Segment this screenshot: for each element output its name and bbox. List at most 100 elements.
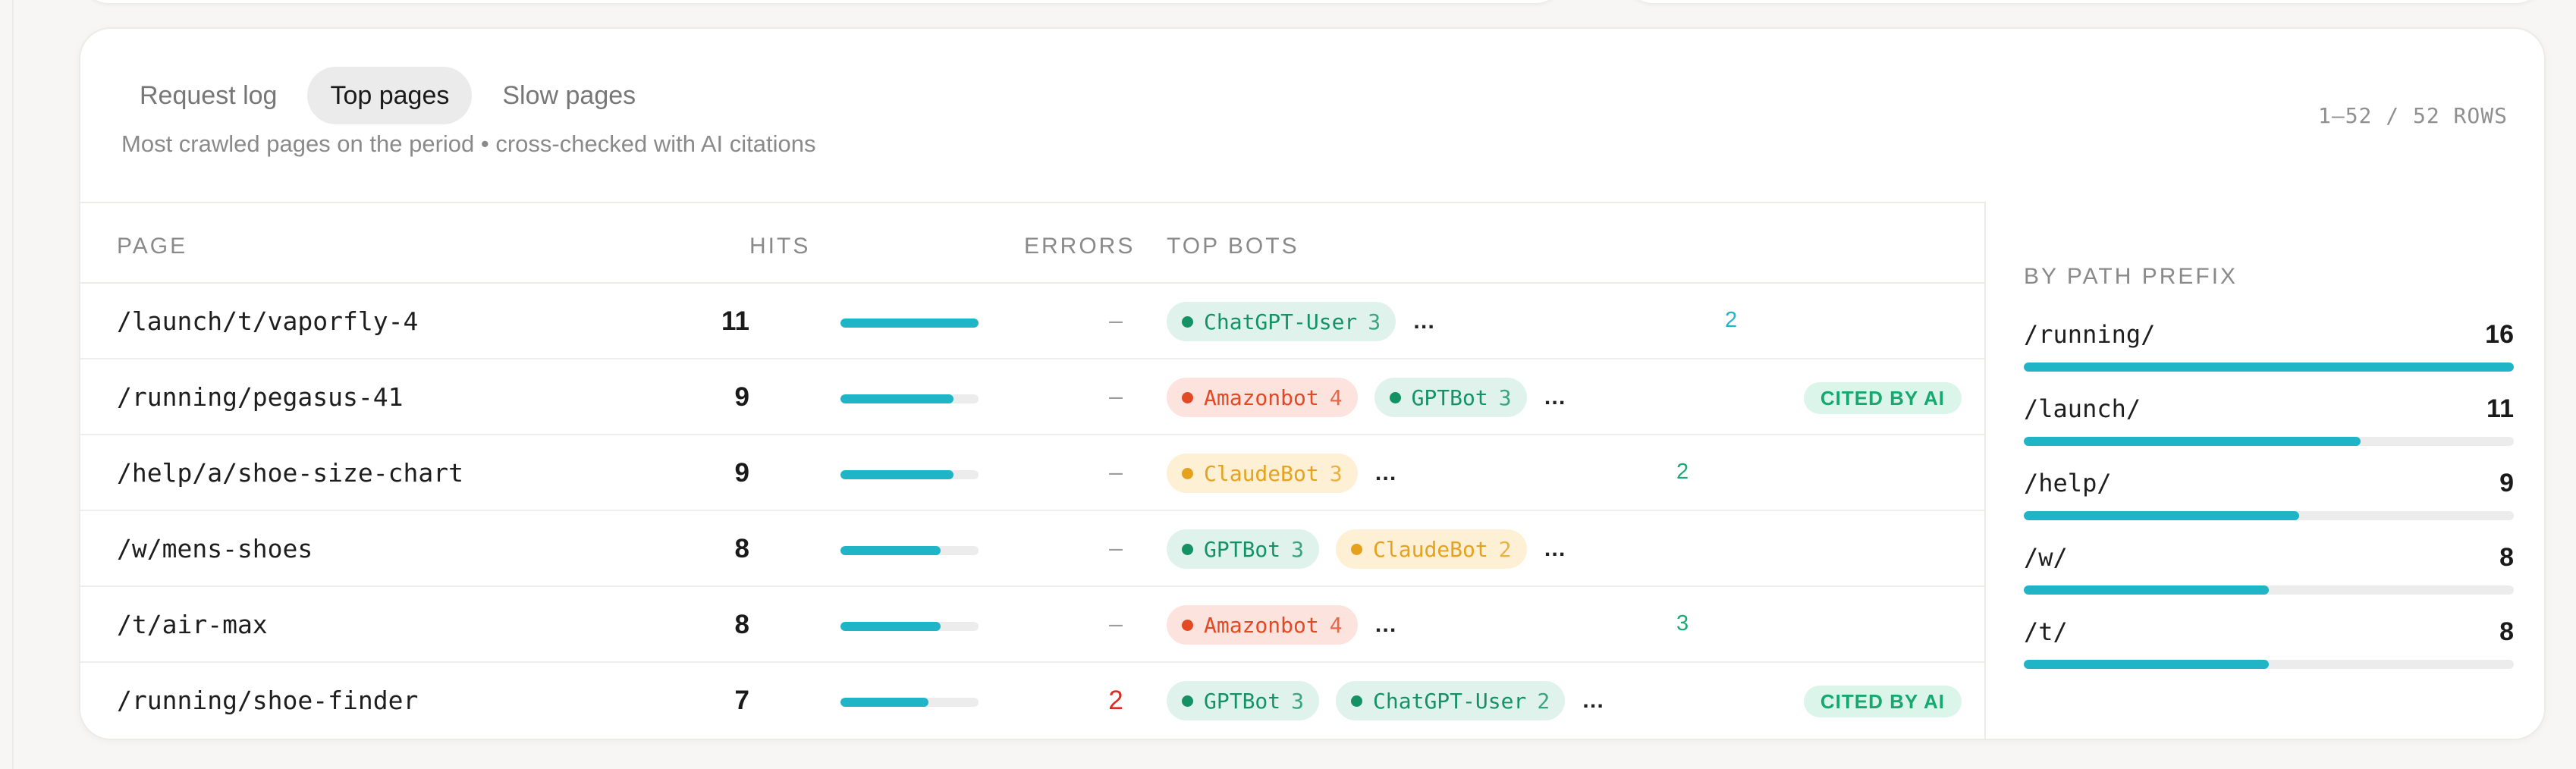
hits-bar [840, 546, 979, 555]
path-prefix-bar-fill [2024, 437, 2361, 446]
path-prefix-bar [2024, 363, 2514, 372]
path-prefix-name: /w/ [2024, 543, 2068, 572]
top-bots-list: Amazonbot 4 GPTBot 3 … [1167, 378, 1567, 417]
hits-bar-fill [840, 319, 979, 328]
more-bots-ellipsis[interactable]: … [1374, 612, 1398, 638]
path-prefix-item[interactable]: /launch/11 [2024, 394, 2514, 447]
page-path[interactable]: /launch/t/vaporfly-4 [117, 306, 418, 336]
bot-chip[interactable]: Amazonbot 4 [1167, 605, 1358, 645]
column-header-errors[interactable]: ERRORS [1024, 234, 1135, 259]
hits-count: 8 [734, 534, 749, 563]
bot-count: 4 [1329, 384, 1343, 410]
bot-count: 3 [1291, 536, 1305, 562]
page-path[interactable]: /running/shoe-finder [117, 686, 418, 715]
hits-bar [840, 394, 979, 403]
bot-chip[interactable]: GPTBot 3 [1167, 529, 1320, 569]
previous-card-left [79, 0, 1566, 3]
bot-status-dot-icon [1182, 315, 1193, 328]
path-prefix-count: 16 [2485, 320, 2514, 349]
bot-chip[interactable]: ClaudeBot 3 [1167, 454, 1358, 493]
page-path[interactable]: /t/air-max [117, 610, 268, 639]
bot-count: 2 [1537, 688, 1550, 714]
top-bots-list: GPTBot 3 ClaudeBot 2 … [1167, 529, 1567, 569]
bot-status-dot-icon [1182, 467, 1193, 479]
tab-slow-pages[interactable]: Slow pages [479, 67, 658, 124]
bot-count: 4 [1329, 612, 1343, 638]
errors-count: – [1109, 534, 1123, 561]
errors-count: – [1109, 306, 1123, 334]
column-header-page[interactable]: PAGE [117, 234, 187, 259]
card-subtitle: Most crawled pages on the period • cross… [121, 130, 816, 157]
more-bots-ellipsis[interactable]: … [1412, 309, 1436, 334]
table-row[interactable]: /launch/t/vaporfly-4 11 – ChatGPT-User 3 … 2 [80, 284, 1984, 359]
bot-status-dot-icon [1182, 695, 1193, 707]
table-row[interactable]: /t/air-max 8 – Amazonbot 4 … 3 [80, 587, 1984, 663]
table-row[interactable]: /running/pegasus-41 9 – Amazonbot 4 GPTBot 3 … C… [80, 359, 1984, 435]
bot-chip[interactable]: ChatGPT-User 2 [1336, 681, 1566, 720]
path-prefix-bar [2024, 437, 2514, 446]
path-prefix-count: 8 [2499, 543, 2514, 572]
path-prefix-bar [2024, 585, 2514, 595]
bot-chip[interactable]: GPTBot 3 [1167, 681, 1320, 720]
page-path[interactable]: /help/a/shoe-size-chart [117, 458, 463, 488]
more-bots-ellipsis[interactable]: … [1544, 384, 1567, 410]
path-prefix-item[interactable]: /w/8 [2024, 543, 2514, 596]
table-header: PAGE HITS ERRORS TOP BOTS [80, 203, 1984, 284]
bot-chip[interactable]: ChatGPT-User 3 [1167, 302, 1396, 341]
hits-bar [840, 319, 979, 328]
path-prefix-name: /help/ [2024, 469, 2112, 497]
top-bots-list: Amazonbot 4 … [1167, 605, 1398, 645]
table-row[interactable]: /help/a/shoe-size-chart 9 – ClaudeBot 3 … 2 [80, 435, 1984, 511]
tab-request-log[interactable]: Request log [117, 67, 300, 124]
more-bots-ellipsis[interactable]: … [1582, 688, 1605, 714]
path-prefix-item[interactable]: /running/16 [2024, 320, 2514, 373]
page-path[interactable]: /running/pegasus-41 [117, 382, 404, 412]
left-divider [12, 0, 14, 769]
top-bots-list: ClaudeBot 3 … [1167, 454, 1398, 493]
bot-name: ChatGPT-User [1373, 688, 1527, 714]
path-prefix-bar [2024, 511, 2514, 520]
hits-count: 11 [721, 306, 749, 336]
hits-bar-fill [840, 698, 928, 707]
tab-top-pages[interactable]: Top pages [307, 67, 473, 124]
path-prefix-bar-fill [2024, 585, 2269, 595]
hits-bar-fill [840, 394, 953, 403]
citation-count: 2 [1676, 460, 1689, 484]
bot-chip[interactable]: ClaudeBot 2 [1336, 529, 1527, 569]
table-body: /launch/t/vaporfly-4 11 – ChatGPT-User 3 … 2/r… [80, 284, 1984, 739]
path-prefix-count: 8 [2499, 617, 2514, 646]
citation-count: 3 [1676, 611, 1689, 636]
bot-status-dot-icon [1182, 619, 1193, 631]
path-prefix-bar-fill [2024, 660, 2269, 669]
page-path[interactable]: /w/mens-shoes [117, 534, 313, 563]
path-prefix-bar-fill [2024, 363, 2514, 372]
more-bots-ellipsis[interactable]: … [1544, 536, 1567, 562]
rows-count: 1–52 / 52 ROWS [2317, 103, 2508, 128]
column-header-top-bots[interactable]: TOP BOTS [1167, 234, 1299, 259]
bot-status-dot-icon [1182, 543, 1193, 555]
more-bots-ellipsis[interactable]: … [1374, 460, 1398, 486]
path-prefix-item[interactable]: /t/8 [2024, 617, 2514, 670]
hits-bar-fill [840, 622, 941, 631]
bot-count: 3 [1498, 384, 1512, 410]
hits-count: 9 [734, 458, 749, 488]
bot-chip[interactable]: Amazonbot 4 [1167, 378, 1358, 417]
hits-bar [840, 622, 979, 631]
errors-count: – [1109, 382, 1123, 410]
pages-table: PAGE HITS ERRORS TOP BOTS /launch/t/vapo… [80, 202, 1986, 739]
table-row[interactable]: /w/mens-shoes 8 – GPTBot 3 ClaudeBot 2 … [80, 511, 1984, 587]
errors-count: – [1109, 610, 1123, 637]
column-header-hits[interactable]: HITS [749, 234, 810, 259]
bot-status-dot-icon [1351, 695, 1363, 707]
bot-count: 3 [1329, 460, 1343, 486]
bot-chip[interactable]: GPTBot 3 [1374, 378, 1527, 417]
hits-bar [840, 470, 979, 479]
bot-name: ClaudeBot [1204, 460, 1319, 486]
path-prefix-item[interactable]: /help/9 [2024, 469, 2514, 522]
bot-status-dot-icon [1351, 543, 1363, 555]
path-prefix-name: /running/ [2024, 320, 2156, 349]
bot-status-dot-icon [1389, 391, 1401, 403]
previous-card-right [1623, 0, 2546, 3]
bot-status-dot-icon [1182, 391, 1193, 403]
table-row[interactable]: /running/shoe-finder 7 2 GPTBot 3 ChatGPT-Use… [80, 663, 1984, 739]
